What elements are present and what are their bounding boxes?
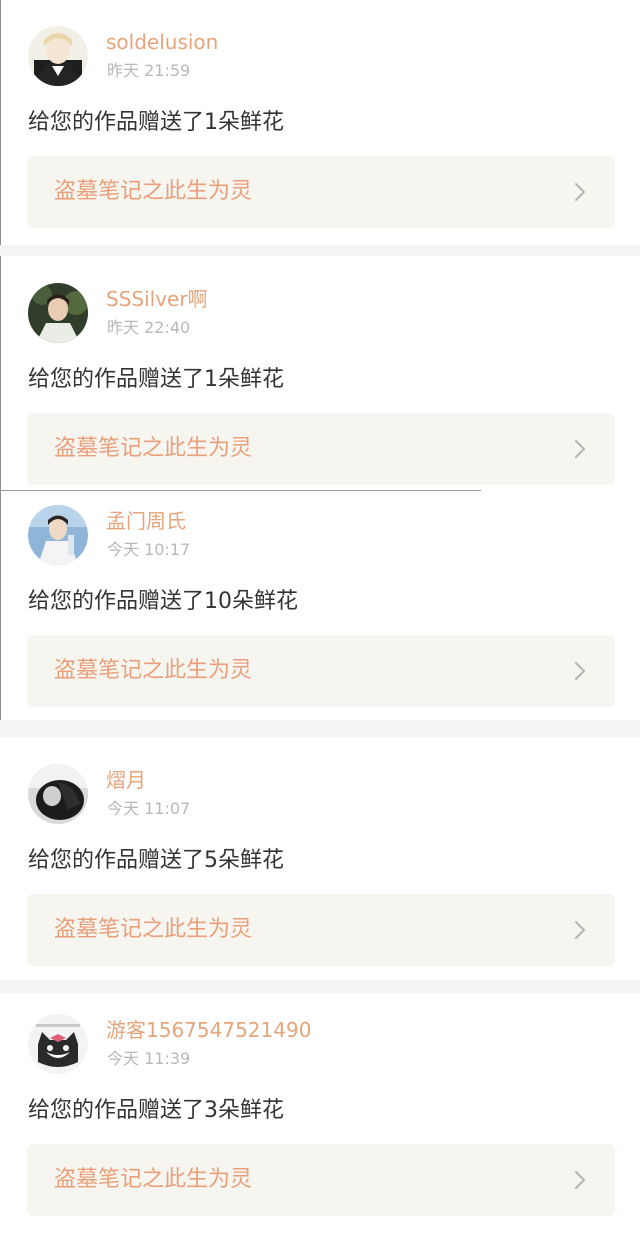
timestamp: 昨天 22:40	[107, 318, 191, 337]
gift-message: 给您的作品赠送了5朵鲜花	[28, 848, 284, 873]
work-link-card[interactable]: 盗墓笔记之此生为灵	[27, 156, 615, 228]
chevron-right-icon	[573, 661, 587, 681]
user-avatar[interactable]	[28, 283, 88, 343]
notification-item: soldelusion 昨天 21:59 给您的作品赠送了1朵鲜花 盗墓笔记之此…	[0, 26, 640, 246]
user-avatar[interactable]	[28, 505, 88, 565]
work-title: 盗墓笔记之此生为灵	[54, 917, 253, 942]
gift-message: 给您的作品赠送了10朵鲜花	[28, 589, 298, 614]
username[interactable]: 孟门周氏	[106, 508, 186, 534]
work-title: 盗墓笔记之此生为灵	[54, 179, 253, 204]
username[interactable]: 游客1567547521490	[106, 1017, 311, 1043]
timestamp: 今天 10:17	[107, 540, 191, 559]
work-link-card[interactable]: 盗墓笔记之此生为灵	[27, 635, 615, 707]
chevron-right-icon	[573, 439, 587, 459]
user-avatar[interactable]	[28, 764, 88, 824]
work-link-card[interactable]: 盗墓笔记之此生为灵	[27, 894, 615, 966]
username[interactable]: SSSilver啊	[106, 286, 208, 312]
notification-item: 熠月 今天 11:07 给您的作品赠送了5朵鲜花 盗墓笔记之此生为灵	[0, 764, 640, 984]
work-link-card[interactable]: 盗墓笔记之此生为灵	[27, 413, 615, 485]
username[interactable]: 熠月	[106, 767, 146, 793]
gift-message: 给您的作品赠送了1朵鲜花	[28, 110, 284, 135]
timestamp: 今天 11:07	[107, 799, 191, 818]
user-avatar[interactable]	[28, 26, 88, 86]
work-title: 盗墓笔记之此生为灵	[54, 658, 253, 683]
user-avatar[interactable]	[28, 1014, 88, 1074]
notification-item: 孟门周氏 今天 10:17 给您的作品赠送了10朵鲜花 盗墓笔记之此生为灵	[0, 505, 640, 725]
work-title: 盗墓笔记之此生为灵	[54, 436, 253, 461]
notification-item: SSSilver啊 昨天 22:40 给您的作品赠送了1朵鲜花 盗墓笔记之此生为…	[0, 283, 640, 503]
timestamp: 昨天 21:59	[107, 61, 191, 80]
chevron-right-icon	[573, 920, 587, 940]
notification-item: 游客1567547521490 今天 11:39 给您的作品赠送了3朵鲜花 盗墓…	[0, 1014, 640, 1234]
work-title: 盗墓笔记之此生为灵	[54, 1167, 253, 1192]
work-link-card[interactable]: 盗墓笔记之此生为灵	[27, 1144, 615, 1216]
username[interactable]: soldelusion	[106, 29, 218, 55]
chevron-right-icon	[573, 182, 587, 202]
gift-message: 给您的作品赠送了3朵鲜花	[28, 1098, 284, 1123]
chevron-right-icon	[573, 1170, 587, 1190]
gift-message: 给您的作品赠送了1朵鲜花	[28, 367, 284, 392]
gift-notification-list: soldelusion 昨天 21:59 给您的作品赠送了1朵鲜花 盗墓笔记之此…	[0, 0, 640, 1234]
section-divider	[0, 245, 640, 256]
timestamp: 今天 11:39	[107, 1049, 191, 1068]
